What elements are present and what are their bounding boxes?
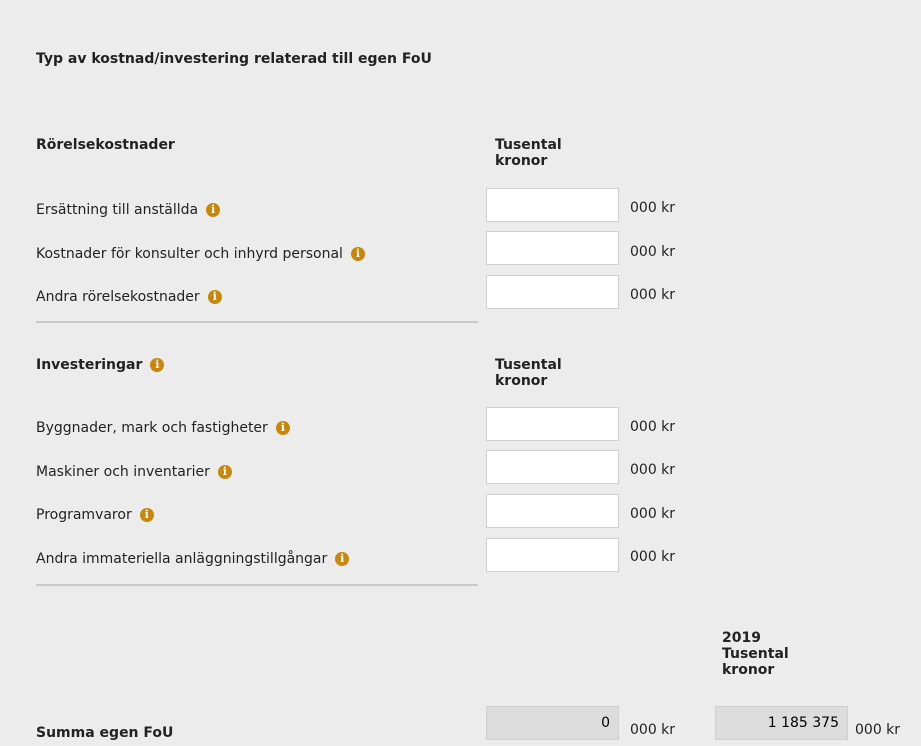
row-label-other-intangible: Andra immateriella anläggningstillgångar… [36,551,350,567]
label-text: Programvaror [36,507,132,523]
label-text: Maskiner och inventarier [36,464,210,480]
operating-costs-heading: Rörelsekostnader [36,137,175,153]
employee-compensation-input[interactable] [486,188,619,222]
row-label-buildings: Byggnader, mark och fastigheter i [36,420,290,436]
info-icon[interactable]: i [139,508,154,522]
investments-heading: Investeringar i [36,357,165,373]
row-label-software: Programvaror i [36,507,154,523]
unit-label: 000 kr [630,287,676,303]
unit-label: 000 kr [630,200,676,216]
form-title: Typ av kostnad/investering relaterad til… [36,51,432,67]
total-label: Summa egen FoU [36,725,174,741]
unit-label: 000 kr [630,419,676,435]
other-intangible-input[interactable] [486,538,619,572]
label-text: Kostnader för konsulter och inhyrd perso… [36,246,343,262]
info-icon[interactable]: i [275,421,290,435]
info-icon[interactable]: i [350,247,365,261]
machinery-input[interactable] [486,450,619,484]
info-icon[interactable]: i [207,290,222,304]
label-text: Byggnader, mark och fastigheter [36,420,268,436]
consultants-input[interactable] [486,231,619,265]
label-text: Ersättning till anställda [36,202,199,218]
info-icon[interactable]: i [150,358,165,372]
unit-label: 000 kr [630,549,676,565]
prev-year-unit-label: Tusental kronor [722,646,789,678]
info-icon[interactable]: i [335,552,350,566]
prev-year-header: 2019 Tusental kronor [722,630,822,678]
row-label-machinery: Maskiner och inventarier i [36,464,232,480]
unit-label: 000 kr [630,722,676,738]
label-text: Andra rörelsekostnader [36,289,200,305]
unit-label: 000 kr [630,506,676,522]
investments-column-header: Tusental kronor [495,357,562,389]
total-current-field [486,706,619,740]
unit-label: 000 kr [630,462,676,478]
section-divider [36,584,478,586]
unit-label: 000 kr [630,244,676,260]
info-icon[interactable]: i [206,203,221,217]
operating-column-header: Tusental kronor [495,137,562,169]
other-operating-input[interactable] [486,275,619,309]
buildings-input[interactable] [486,407,619,441]
unit-label: 000 kr [855,722,901,738]
total-prev-year-field [715,706,848,740]
section-divider [36,321,478,323]
row-label-consultants: Kostnader för konsulter och inhyrd perso… [36,246,365,262]
info-icon[interactable]: i [217,465,232,479]
row-label-employee-compensation: Ersättning till anställda i [36,202,221,218]
software-input[interactable] [486,494,619,528]
prev-year-label: 2019 [722,630,761,646]
row-label-other-operating: Andra rörelsekostnader i [36,289,222,305]
label-text: Andra immateriella anläggningstillgångar [36,551,328,567]
investments-heading-text: Investeringar [36,357,143,373]
